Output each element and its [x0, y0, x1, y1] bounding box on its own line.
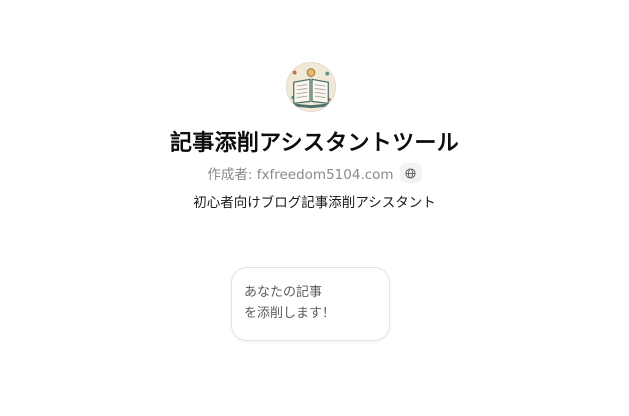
starter-text-line-1: あなたの記事 — [244, 285, 323, 300]
gpt-title: 記事添削アシスタントツール — [169, 131, 460, 156]
author-row: 作成者: fxfreedom5104.com — [0, 163, 629, 183]
globe-icon — [405, 167, 416, 179]
author-label: 作成者: fxfreedom5104.com — [207, 167, 394, 183]
gpt-description: 初心者向けブログ記事添削アシスタント — [193, 195, 436, 211]
open-book-icon — [287, 63, 335, 111]
conversation-starter-card[interactable]: あなたの記事 を添削します！ — [231, 267, 390, 341]
author-website-button[interactable] — [399, 163, 422, 183]
starter-text-line-2: を添削します！ — [244, 306, 336, 321]
gpt-landing: 記事添削アシスタントツール 作成者: fxfreedom5104.com 初心者… — [0, 0, 629, 416]
gpt-avatar — [286, 62, 336, 112]
